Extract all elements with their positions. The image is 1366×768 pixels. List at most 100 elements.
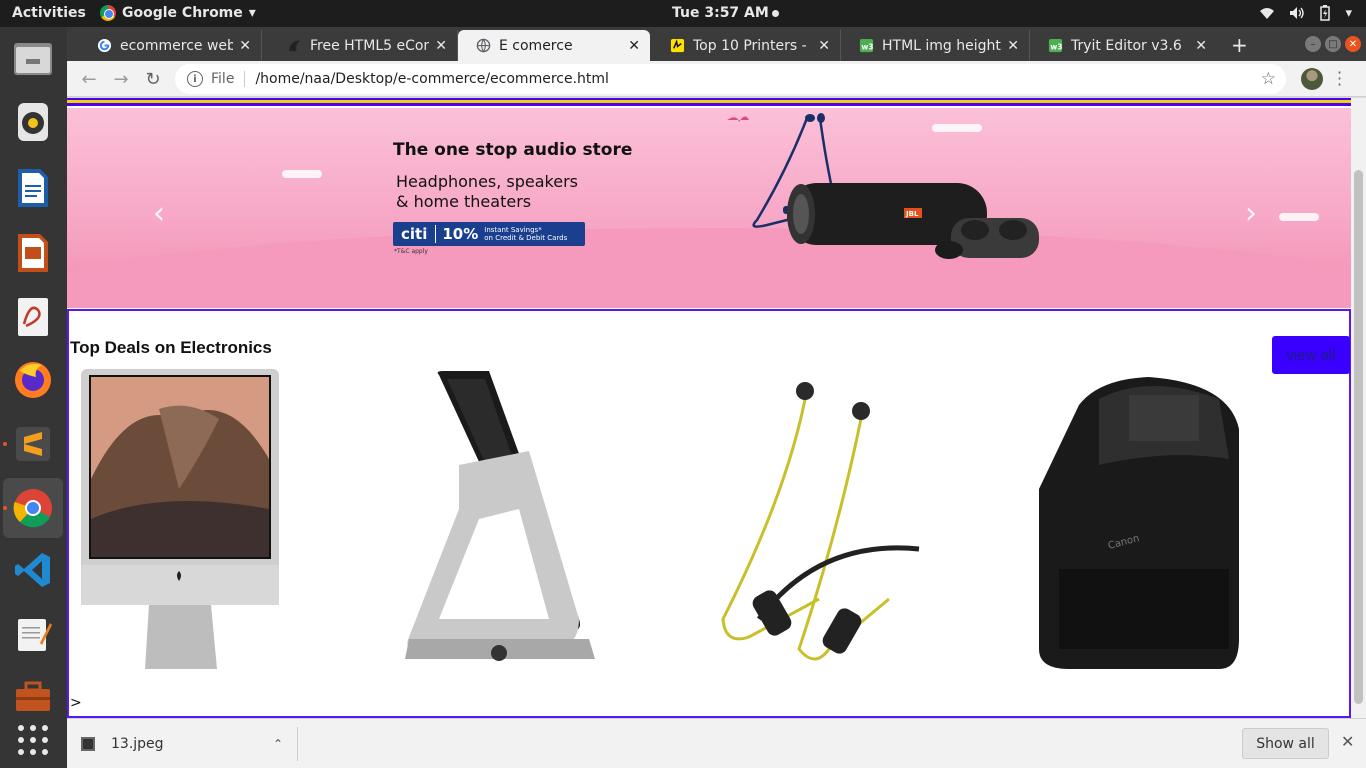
wifi-icon bbox=[1260, 8, 1275, 19]
scrollbar-thumb[interactable] bbox=[1354, 170, 1363, 704]
clock-label: Tue 3:57 AM bbox=[672, 5, 769, 21]
offer-line: on Credit & Debit Cards bbox=[484, 234, 568, 242]
back-arrow-icon[interactable]: ← bbox=[78, 68, 100, 90]
address-bar[interactable]: i File /home/naa/Desktop/e-commerce/ecom… bbox=[175, 64, 1286, 94]
template-icon bbox=[288, 40, 301, 52]
svg-text:w3: w3 bbox=[861, 42, 873, 51]
running-indicator-icon bbox=[3, 442, 7, 446]
volume-icon bbox=[1290, 7, 1305, 19]
running-indicator-icon bbox=[3, 506, 7, 510]
tab-title: ecommerce websit bbox=[120, 37, 234, 54]
banner-sub-line: & home theaters bbox=[396, 192, 532, 211]
neckband-earphones-image[interactable] bbox=[719, 369, 929, 669]
show-all-button[interactable]: Show all bbox=[1242, 728, 1329, 759]
activities-button[interactable]: Activities bbox=[12, 5, 86, 21]
url-text[interactable]: /home/naa/Desktop/e-commerce/ecommerce.h… bbox=[255, 71, 608, 87]
chrome-menu-icon[interactable]: · · · bbox=[1337, 65, 1342, 93]
navbar-bottom-edge bbox=[67, 98, 1351, 106]
sublime-text-icon[interactable] bbox=[10, 421, 56, 467]
banner-heading: The one stop audio store bbox=[393, 140, 633, 160]
close-tab-icon[interactable]: ✕ bbox=[818, 38, 830, 54]
w3schools-icon: w3 bbox=[859, 38, 874, 53]
chrome-icon bbox=[100, 5, 116, 21]
tab-ecommerce-website[interactable]: ecommerce websit ✕ bbox=[79, 30, 262, 61]
view-all-button[interactable]: view all bbox=[1272, 336, 1350, 374]
section-title: Top Deals on Electronics bbox=[70, 338, 272, 357]
bookmark-star-icon[interactable]: ☆ bbox=[1261, 69, 1276, 89]
app-menu[interactable]: Google Chrome ▾ bbox=[100, 5, 256, 21]
tab-e-comerce[interactable]: E comerce ✕ bbox=[458, 30, 650, 61]
system-tray[interactable]: ▾ bbox=[1259, 5, 1352, 21]
carousel-next-icon[interactable]: › bbox=[1245, 196, 1257, 231]
tab-title: E comerce bbox=[499, 37, 573, 54]
vscode-icon[interactable] bbox=[10, 547, 56, 593]
chrome-icon[interactable] bbox=[3, 478, 63, 538]
browser-toolbar: ← → ↻ i File /home/naa/Desktop/e-commerc… bbox=[67, 61, 1366, 97]
impress-icon[interactable] bbox=[10, 230, 56, 276]
tab-html-img-height[interactable]: w3 HTML img height A ✕ bbox=[841, 30, 1030, 61]
reload-icon[interactable]: ↻ bbox=[142, 68, 164, 90]
printer-image[interactable]: Canon bbox=[1039, 369, 1249, 669]
tab-title: Tryit Editor v3.6 bbox=[1071, 37, 1182, 54]
text-editor-icon[interactable] bbox=[10, 611, 56, 657]
bank-logo: citi bbox=[393, 225, 437, 243]
bank-offer-badge: citi 10% Instant Savings* on Credit & De… bbox=[393, 222, 585, 246]
banner-subheading: Headphones, speakers & home theaters bbox=[396, 172, 578, 212]
close-tab-icon[interactable]: ✕ bbox=[239, 38, 251, 54]
audio-products-image: JBL bbox=[727, 113, 1039, 259]
forward-arrow-icon[interactable]: → bbox=[110, 68, 132, 90]
tab-title: Free HTML5 eCom bbox=[310, 37, 430, 54]
globe-icon bbox=[476, 38, 491, 53]
firefox-icon[interactable] bbox=[10, 357, 56, 403]
cloud-shape bbox=[282, 170, 322, 178]
hero-banner-carousel: ‹ › The one stop audio store Headphones,… bbox=[67, 108, 1351, 308]
new-tab-button[interactable]: + bbox=[1231, 33, 1248, 57]
system-menu-caret-icon: ▾ bbox=[1345, 5, 1352, 21]
info-icon[interactable]: i bbox=[187, 71, 203, 87]
profile-avatar[interactable] bbox=[1301, 68, 1323, 90]
svg-text:w3: w3 bbox=[1050, 42, 1062, 51]
document-viewer-icon[interactable] bbox=[10, 294, 56, 340]
close-tab-icon[interactable]: ✕ bbox=[1007, 38, 1019, 54]
close-shelf-icon[interactable]: ✕ bbox=[1341, 732, 1354, 751]
carousel-prev-icon[interactable]: ‹ bbox=[153, 196, 165, 231]
tab-top-10-printers[interactable]: Top 10 Printers - B ✕ bbox=[652, 30, 841, 61]
toolbox-icon[interactable] bbox=[10, 673, 56, 719]
close-tab-icon[interactable]: ✕ bbox=[435, 38, 447, 54]
clock[interactable]: Tue 3:57 AM bbox=[672, 5, 779, 21]
writer-icon[interactable] bbox=[10, 165, 56, 211]
top-deals-section: Top Deals on Electronics view all Canon … bbox=[67, 309, 1351, 718]
url-scheme: File bbox=[211, 71, 246, 87]
bestbuy-icon bbox=[670, 38, 685, 53]
battery-icon bbox=[1320, 5, 1331, 21]
page-scrollbar[interactable] bbox=[1351, 98, 1366, 743]
rhythmbox-icon[interactable] bbox=[10, 99, 56, 145]
offer-line: Instant Savings* bbox=[484, 226, 542, 234]
close-tab-icon[interactable]: ✕ bbox=[1195, 38, 1207, 54]
w3schools-icon: w3 bbox=[1048, 38, 1063, 53]
tab-title: Top 10 Printers - B bbox=[693, 37, 813, 54]
chevron-up-icon[interactable]: ⌃ bbox=[273, 737, 283, 751]
imac-image[interactable] bbox=[79, 369, 289, 669]
speaker-brand: JBL bbox=[905, 210, 919, 218]
download-shelf: 13.jpeg ⌃ Show all ✕ bbox=[67, 718, 1366, 768]
app-grid-icon[interactable] bbox=[10, 717, 56, 763]
close-tab-icon[interactable]: ✕ bbox=[628, 38, 640, 54]
tab-free-html5-ecommerce[interactable]: Free HTML5 eCom ✕ bbox=[269, 30, 458, 61]
app-menu-label: Google Chrome bbox=[122, 5, 243, 21]
tab-tryit-editor[interactable]: w3 Tryit Editor v3.6 ✕ bbox=[1030, 30, 1217, 61]
files-icon[interactable] bbox=[10, 35, 56, 81]
stray-text: > bbox=[70, 695, 82, 711]
download-filename: 13.jpeg bbox=[111, 736, 164, 752]
download-item[interactable]: 13.jpeg ⌃ bbox=[81, 727, 298, 761]
chrome-window: ecommerce websit ✕ Free HTML5 eCom ✕ E c… bbox=[67, 27, 1366, 768]
maximize-icon[interactable]: □ bbox=[1325, 36, 1341, 52]
discount-value: 10% bbox=[442, 225, 479, 243]
minimize-icon[interactable]: – bbox=[1305, 36, 1321, 52]
phone-stand-image[interactable] bbox=[399, 369, 609, 669]
google-icon bbox=[97, 38, 112, 53]
page-viewport: ‹ › The one stop audio store Headphones,… bbox=[67, 98, 1366, 743]
terms-note: *T&C apply bbox=[394, 248, 428, 255]
cloud-shape bbox=[1279, 213, 1319, 221]
close-window-icon[interactable]: ✕ bbox=[1345, 36, 1361, 52]
